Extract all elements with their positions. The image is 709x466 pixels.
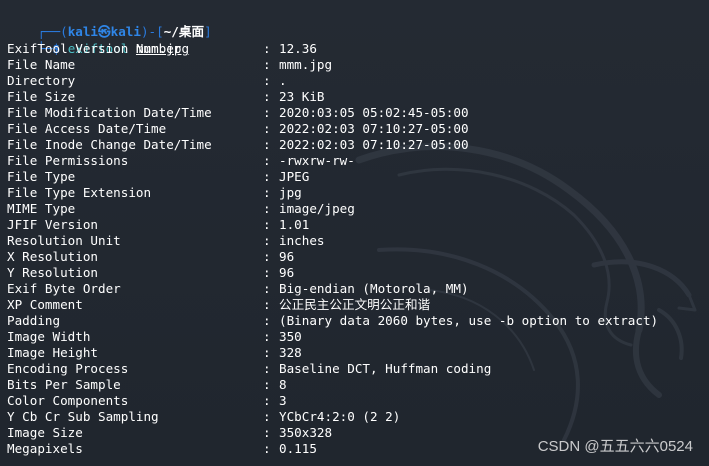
output-separator: :	[263, 217, 271, 232]
output-key: Exif Byte Order	[7, 281, 121, 296]
output-key: File Inode Change Date/Time	[7, 137, 212, 152]
output-separator: :	[263, 393, 271, 408]
output-separator: :	[263, 169, 271, 184]
output-value: YCbCr4:2:0 (2 2)	[279, 409, 401, 424]
output-key: Resolution Unit	[7, 233, 121, 248]
output-value: 23 KiB	[279, 89, 325, 104]
output-key: Bits Per Sample	[7, 377, 121, 392]
output-separator: :	[263, 89, 271, 104]
output-key: File Permissions	[7, 153, 129, 168]
output-key: ExifTool Version Number	[7, 41, 182, 56]
output-separator: :	[263, 281, 271, 296]
output-separator: :	[263, 409, 271, 424]
output-value: jpg	[279, 185, 302, 200]
output-separator: :	[263, 153, 271, 168]
output-value: image/jpeg	[279, 201, 355, 216]
output-key: File Access Date/Time	[7, 121, 167, 136]
output-value: inches	[279, 233, 325, 248]
output-separator: :	[263, 345, 271, 360]
output-separator: :	[263, 233, 271, 248]
output-key: File Modification Date/Time	[7, 105, 212, 120]
output-key: X Resolution	[7, 249, 98, 264]
output-value: 96	[279, 265, 295, 280]
terminal-window[interactable]: ┌──(kali㉿kali)-[~/桌面] └─$ exiftool mmm.j…	[0, 0, 709, 466]
output-value: Big-endian (Motorola, MM)	[279, 281, 469, 296]
output-value: JPEG	[279, 169, 310, 184]
output-value: 328	[279, 345, 302, 360]
watermark: CSDN @五五六六0524	[537, 438, 693, 455]
output-separator: :	[263, 441, 271, 456]
output-key: Y Resolution	[7, 265, 98, 280]
output-value: 3	[279, 393, 287, 408]
output-value: 2020:03:05 05:02:45-05:00	[279, 105, 469, 120]
output-key: Encoding Process	[7, 361, 129, 376]
output-value: mmm.jpg	[279, 57, 333, 72]
output-value: 1.01	[279, 217, 310, 232]
output-value: .	[279, 73, 287, 88]
prompt-line-2[interactable]: └─$ exiftool mmm.jpg	[7, 25, 189, 56]
output-separator: :	[263, 265, 271, 280]
output-separator: :	[263, 329, 271, 344]
output-separator: :	[263, 201, 271, 216]
output-key: File Size	[7, 89, 76, 104]
prompt-bracket-close: ]	[204, 24, 212, 39]
output-separator: :	[263, 137, 271, 152]
output-separator: :	[263, 105, 271, 120]
output-separator: :	[263, 73, 271, 88]
output-key: File Type	[7, 169, 76, 184]
output-key: Y Cb Cr Sub Sampling	[7, 409, 159, 424]
output-value: 0.115	[279, 441, 317, 456]
output-separator: :	[263, 361, 271, 376]
output-key: File Name	[7, 57, 76, 72]
output-separator: :	[263, 121, 271, 136]
output-key: Padding	[7, 313, 61, 328]
output-separator: :	[263, 425, 271, 440]
output-key: Image Size	[7, 425, 83, 440]
output-value: 350	[279, 329, 302, 344]
output-separator: :	[263, 41, 271, 56]
output-value: 2022:02:03 07:10:27-05:00	[279, 137, 469, 152]
prompt-line-1: ┌──(kali㉿kali)-[~/桌面]	[7, 8, 211, 39]
output-key: JFIF Version	[7, 217, 98, 232]
output-key: File Type Extension	[7, 185, 152, 200]
output-key: XP Comment	[7, 297, 83, 312]
output-separator: :	[263, 57, 271, 72]
output-value: 350x328	[279, 425, 333, 440]
output-key: Image Height	[7, 345, 98, 360]
output-separator: :	[263, 249, 271, 264]
output-separator: :	[263, 377, 271, 392]
output-key: Directory	[7, 73, 76, 88]
output-separator: :	[263, 297, 271, 312]
output-value: -rwxrw-rw-	[279, 153, 355, 168]
output-value: Baseline DCT, Huffman coding	[279, 361, 492, 376]
output-value: 2022:02:03 07:10:27-05:00	[279, 121, 469, 136]
output-separator: :	[263, 185, 271, 200]
output-value: 8	[279, 377, 287, 392]
output-value: (Binary data 2060 bytes, use -b option t…	[279, 313, 659, 328]
output-key: Color Components	[7, 393, 129, 408]
output-value: 12.36	[279, 41, 317, 56]
output-key: Megapixels	[7, 441, 83, 456]
output-separator: :	[263, 313, 271, 328]
output-key: MIME Type	[7, 201, 76, 216]
kali-dragon-icon	[355, 143, 697, 442]
output-key: Image Width	[7, 329, 91, 344]
output-value: 公正民主公正文明公正和谐	[279, 297, 431, 312]
output-value: 96	[279, 249, 295, 264]
